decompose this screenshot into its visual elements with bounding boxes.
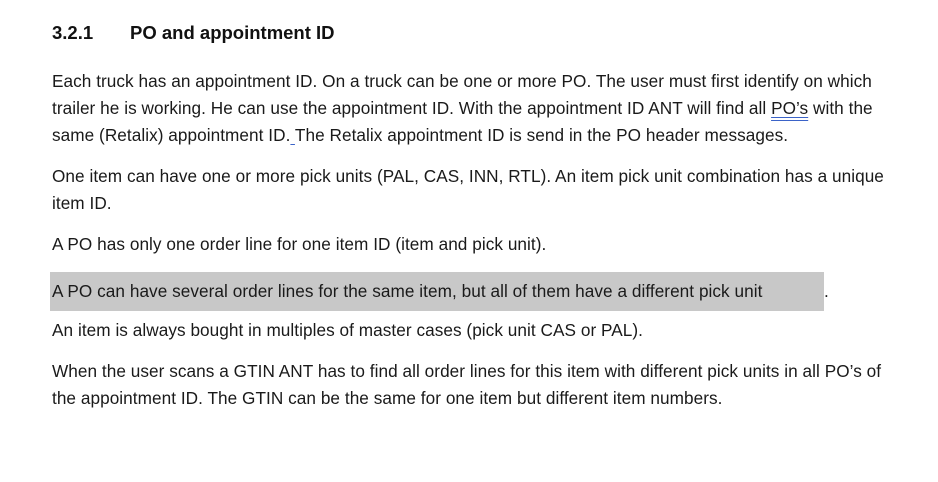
section-heading: 3.2.1 PO and appointment ID — [52, 20, 904, 46]
paragraph-pick-units: One item can have one or more pick units… — [52, 166, 884, 213]
section-title: PO and appointment ID — [130, 22, 335, 43]
paragraph-text: The Retalix appointment ID is send in th… — [294, 125, 789, 145]
paragraph-highlighted: A PO can have several order lines for th… — [50, 272, 904, 311]
paragraph-text: . — [824, 281, 829, 301]
document-body: 3.2.1 PO and appointment ID Each truck h… — [50, 20, 904, 426]
paragraph-text: Each truck has an appointment ID. On a t… — [52, 71, 872, 118]
section-number: 3.2.1 — [52, 22, 94, 43]
paragraph-gtin-scan: When the user scans a GTIN ANT has to fi… — [52, 361, 882, 408]
paragraph-master-cases: An item is always bought in multiples of… — [52, 320, 644, 340]
text-selection-highlight[interactable]: A PO can have several order lines for th… — [50, 272, 824, 311]
spellcheck-underlined-word[interactable]: PO’s — [771, 98, 808, 118]
paragraph-order-line: A PO has only one order line for one ite… — [52, 234, 547, 254]
paragraph-appointment-id: Each truck has an appointment ID. On a t… — [52, 68, 904, 149]
